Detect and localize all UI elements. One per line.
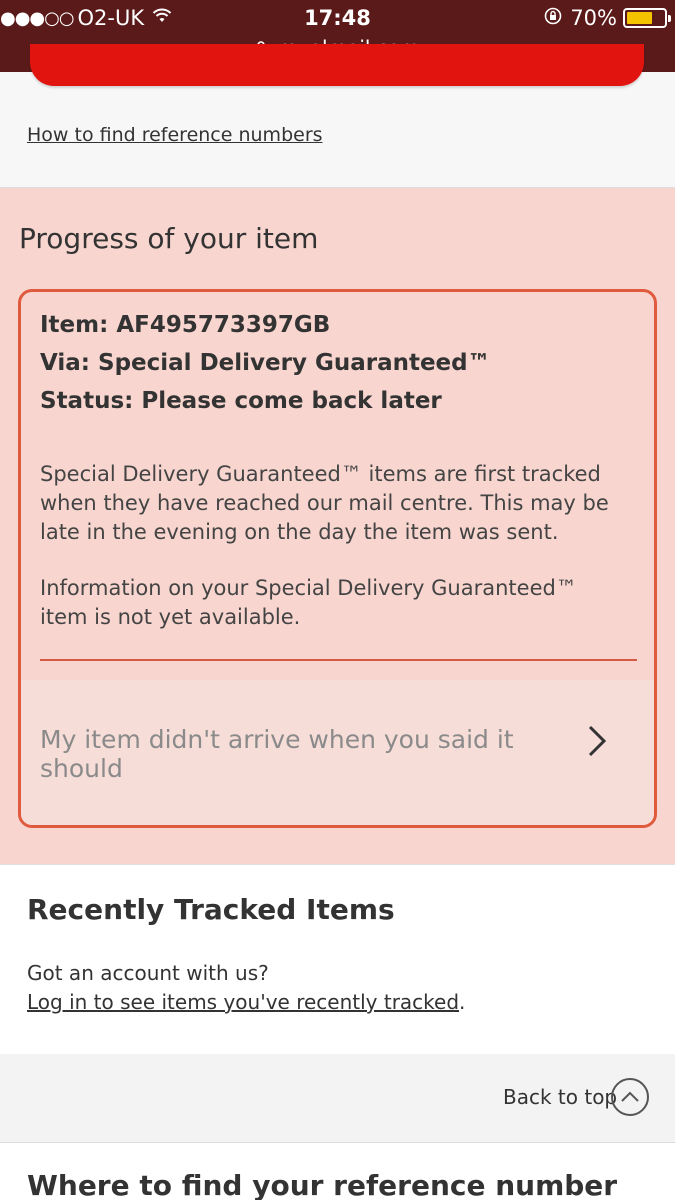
battery-cap (668, 15, 671, 22)
where-to-find-section: Where to find your reference number (0, 1143, 675, 1200)
login-suffix: . (459, 990, 466, 1014)
battery-fill (627, 12, 653, 24)
item-number: Item: AF495773397GB (40, 312, 331, 338)
item-didnt-arrive-label: My item didn't arrive when you said it s… (40, 725, 514, 783)
recently-tracked-section: Recently Tracked Items Got an account wi… (0, 864, 675, 1054)
login-link[interactable]: Log in to see items you've recently trac… (27, 990, 459, 1014)
recently-tracked-title: Recently Tracked Items (27, 893, 395, 926)
availability-note: Information on your Special Delivery Gua… (40, 576, 577, 629)
progress-section: Progress of your item Item: AF495773397G… (0, 188, 675, 864)
battery-percent: 70% (570, 6, 617, 30)
tracking-result-card: Item: AF495773397GB Via: Special Deliver… (18, 289, 657, 828)
where-to-find-title: Where to find your reference number (27, 1169, 618, 1200)
back-to-top-bar: Back to top (0, 1054, 675, 1142)
how-to-find-reference-link[interactable]: How to find reference numbers (27, 124, 323, 146)
progress-title: Progress of your item (19, 222, 319, 255)
chevron-right-icon (586, 724, 608, 767)
rotation-lock-icon (544, 7, 562, 30)
track-button[interactable] (30, 44, 644, 86)
tracking-status: Status: Please come back later (40, 388, 442, 414)
tracking-description: Special Delivery Guaranteed™ items are f… (40, 462, 609, 544)
service-type: Via: Special Delivery Guaranteed™ (40, 350, 491, 376)
card-divider (40, 659, 637, 661)
search-area: How to find reference numbers (0, 44, 675, 188)
account-question: Got an account with us? (27, 961, 269, 985)
chevron-up-icon[interactable] (611, 1078, 649, 1116)
status-right: 70% (544, 6, 671, 30)
back-to-top-label[interactable]: Back to top (503, 1085, 617, 1109)
battery-icon (623, 8, 671, 28)
login-line: Log in to see items you've recently trac… (27, 990, 465, 1014)
item-didnt-arrive-link[interactable]: My item didn't arrive when you said it s… (21, 680, 654, 825)
